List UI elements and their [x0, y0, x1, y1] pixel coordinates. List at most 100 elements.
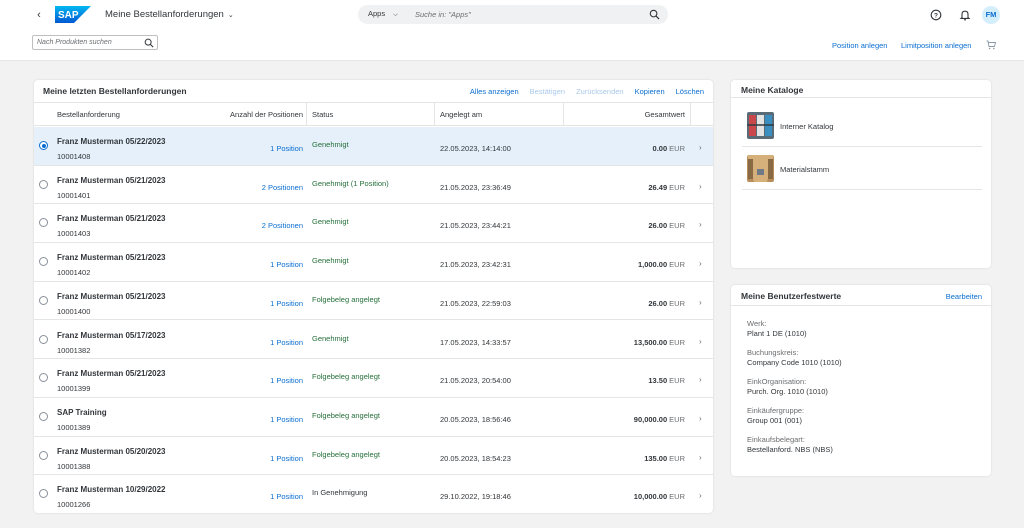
field-value-purch-org: Purch. Org. 1010 (1010) [747, 387, 828, 396]
chevron-right-icon[interactable]: › [699, 182, 702, 191]
table-row[interactable]: Franz Musterman 05/22/2023 10001408 1 Posi… [34, 127, 713, 166]
search-input[interactable]: Suche in: "Apps" [415, 10, 471, 19]
copy-button[interactable]: Kopieren [635, 87, 665, 96]
search-icon[interactable] [144, 38, 154, 48]
created-date: 21.05.2023, 23:44:21 [440, 221, 511, 231]
status-text: Genehmigt [312, 140, 349, 149]
table-row[interactable]: Franz Musterman 05/21/2023 10001403 2 Posi… [34, 204, 713, 244]
total-amount: 13,500.00 [633, 337, 668, 347]
help-icon[interactable]: ? [930, 9, 942, 21]
positions-link[interactable]: 1 Position [270, 376, 303, 385]
row-select-radio[interactable] [39, 257, 48, 267]
column-header-status[interactable]: Status [312, 110, 333, 119]
total-currency: EUR [669, 492, 685, 502]
positions-link[interactable]: 1 Position [270, 260, 303, 269]
chevron-down-icon: ⌄ [227, 12, 234, 19]
search-scope-select[interactable]: Apps ⌵ [368, 9, 398, 19]
show-all-button[interactable]: Alles anzeigen [470, 87, 519, 96]
total-value: 1,000.00 EUR [638, 260, 685, 269]
row-select-radio[interactable] [39, 450, 48, 460]
confirm-button[interactable]: Bestätigen [530, 87, 565, 96]
positions-link[interactable]: 1 Position [270, 454, 303, 463]
positions-link[interactable]: 1 Position [270, 144, 303, 153]
total-currency: EUR [669, 144, 685, 153]
request-id: 10001388 [57, 461, 91, 471]
column-header-created[interactable]: Angelegt am [440, 110, 482, 119]
chevron-right-icon[interactable]: › [699, 375, 702, 384]
back-button[interactable]: ‹ [33, 8, 45, 22]
create-limit-item-link[interactable]: Limitposition anlegen [901, 41, 971, 50]
column-header-positions[interactable]: Anzahl der Positionen [230, 110, 303, 119]
created-date: 29.10.2022, 19:18:46 [440, 492, 511, 502]
positions-link[interactable]: 1 Position [270, 338, 303, 347]
row-select-radio[interactable] [39, 295, 48, 305]
total-value: 0.00 EUR [653, 144, 685, 153]
table-row[interactable]: Franz Musterman 05/17/2023 10001382 1 Posi… [34, 321, 713, 360]
chevron-right-icon[interactable]: › [699, 337, 702, 346]
app-title-menu[interactable]: Meine Bestellanforderungen ⌄ [105, 9, 234, 20]
positions-link[interactable]: 1 Position [270, 492, 303, 501]
table-row[interactable]: Franz Musterman 05/21/2023 10001399 1 Posi… [34, 359, 713, 398]
request-id: 10001399 [57, 384, 91, 394]
global-search[interactable]: Apps ⌵ Suche in: "Apps" [358, 5, 668, 24]
row-select-radio[interactable] [39, 373, 48, 383]
created-date: 17.05.2023, 14:33:57 [440, 337, 511, 347]
row-select-radio[interactable] [39, 411, 48, 421]
chevron-right-icon[interactable]: › [699, 143, 702, 152]
notifications-bell-icon[interactable] [959, 9, 971, 21]
catalog-item-internal[interactable]: Interner Katalog [742, 104, 982, 147]
row-select-radio[interactable] [39, 218, 48, 228]
positions-link[interactable]: 2 Positionen [262, 183, 303, 192]
positions-link[interactable]: 2 Positionen [262, 221, 303, 230]
request-name: Franz Musterman 10/29/2022 [57, 485, 166, 495]
total-value: 10,000.00 EUR [634, 492, 685, 501]
chevron-right-icon[interactable]: › [699, 259, 702, 268]
row-select-radio[interactable] [39, 489, 48, 499]
table-row[interactable]: Franz Musterman 05/21/2023 10001401 2 Posi… [34, 166, 713, 205]
positions-link[interactable]: 1 Position [270, 299, 303, 308]
column-header-request[interactable]: Bestellanforderung [57, 110, 120, 119]
table-row[interactable]: Franz Musterman 05/21/2023 10001400 1 Posi… [34, 282, 713, 321]
svg-text:?: ? [934, 12, 938, 19]
chevron-right-icon[interactable]: › [699, 453, 702, 462]
chevron-right-icon[interactable]: › [699, 414, 702, 423]
request-id: 10001403 [57, 229, 91, 239]
edit-button[interactable]: Bearbeiten [946, 292, 982, 301]
field-label-company-code: Buchungskreis: [747, 348, 799, 357]
column-divider [563, 103, 564, 126]
column-header-total[interactable]: Gesamtwert [645, 110, 685, 119]
status-text: Folgebeleg angelegt [312, 372, 380, 382]
total-amount: 10,000.00 [633, 492, 668, 502]
positions-link[interactable]: 1 Position [270, 415, 303, 424]
avatar[interactable]: FM [982, 6, 1000, 24]
request-name: Franz Musterman 05/21/2023 [57, 253, 166, 263]
column-divider [690, 103, 691, 126]
request-name: Franz Musterman 05/17/2023 [57, 330, 166, 340]
request-name: Franz Musterman 05/21/2023 [57, 175, 166, 185]
row-select-radio[interactable] [39, 334, 48, 344]
request-id: 10001402 [57, 268, 91, 278]
catalog-item-material-master[interactable]: Materialstamm [742, 147, 982, 190]
column-divider [434, 103, 435, 126]
reset-button[interactable]: Zurücksenden [576, 87, 624, 96]
create-item-link[interactable]: Position anlegen [832, 41, 887, 50]
sap-logo[interactable]: SAP [55, 6, 91, 23]
total-currency: EUR [669, 221, 685, 231]
status-text: Genehmigt [312, 217, 349, 227]
warehouse-image [747, 155, 774, 182]
table-row[interactable]: Franz Musterman 05/20/2023 10001388 1 Posi… [34, 437, 713, 476]
delete-button[interactable]: Löschen [676, 87, 704, 96]
status-text: Genehmigt [312, 256, 349, 266]
chevron-right-icon[interactable]: › [699, 220, 702, 229]
product-search-field[interactable]: Nach Produkten suchen [32, 35, 158, 50]
chevron-right-icon[interactable]: › [699, 298, 702, 307]
table-row[interactable]: Franz Musterman 10/29/2022 10001266 1 Posi… [34, 475, 713, 513]
table-row[interactable]: SAP Training 10001389 1 Position Folgebeleg… [34, 398, 713, 437]
table-row[interactable]: Franz Musterman 05/21/2023 10001402 1 Posi… [34, 243, 713, 282]
row-select-radio[interactable] [39, 179, 48, 189]
row-select-radio[interactable] [39, 141, 48, 150]
chevron-right-icon[interactable]: › [699, 491, 702, 500]
product-search-input[interactable]: Nach Produkten suchen [37, 39, 112, 46]
shopping-cart-icon[interactable] [986, 40, 996, 50]
search-icon[interactable] [649, 9, 660, 20]
